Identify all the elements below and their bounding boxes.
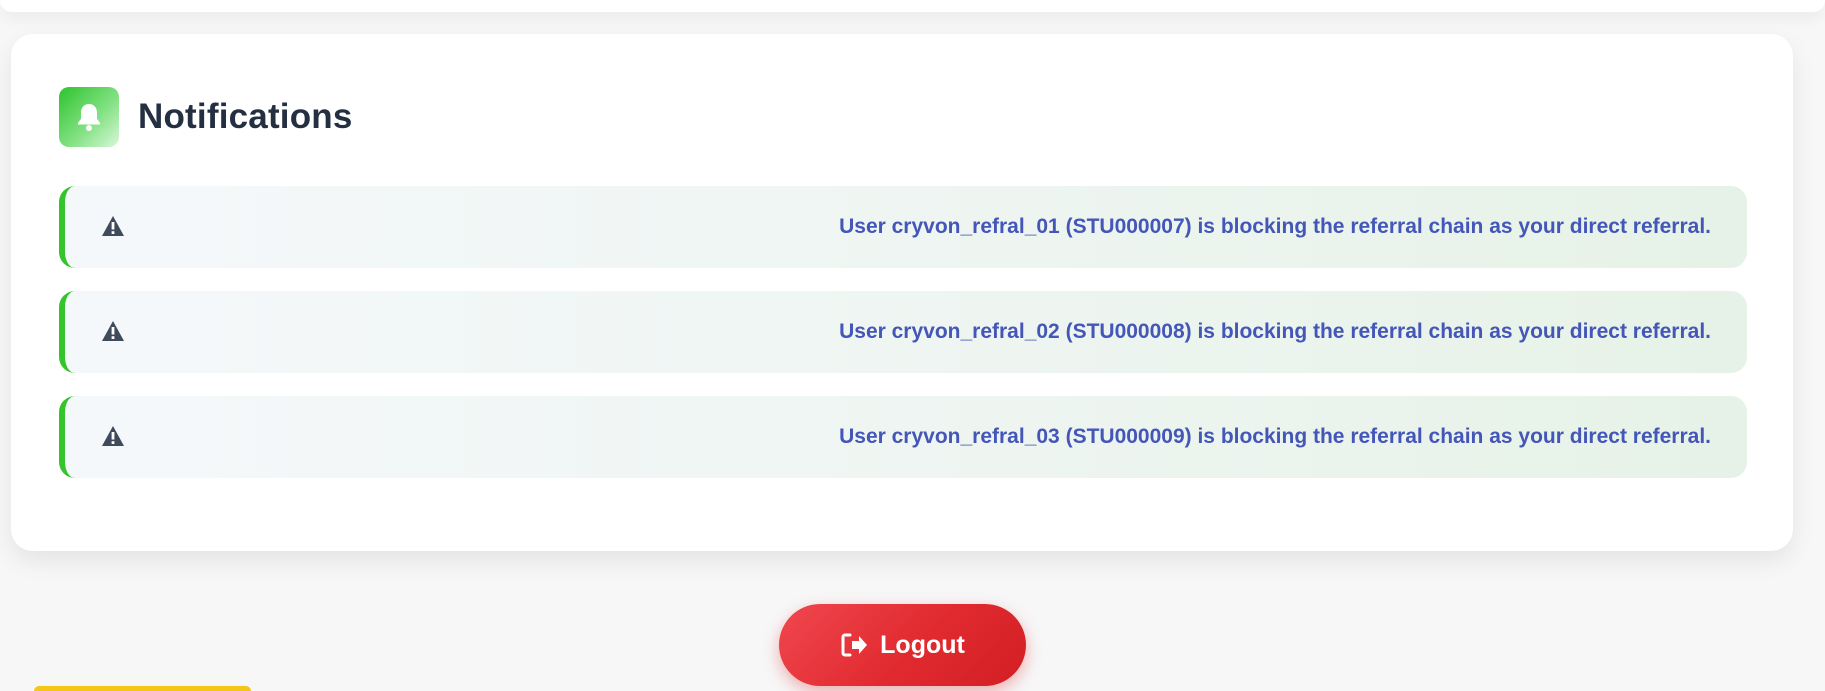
warning-icon: [101, 320, 125, 342]
notifications-list: User cryvon_refral_01 (STU000007) is blo…: [59, 186, 1747, 501]
notification-item: User cryvon_refral_01 (STU000007) is blo…: [59, 186, 1747, 268]
sign-out-icon: [840, 632, 868, 658]
logout-button[interactable]: Logout: [779, 604, 1026, 686]
notification-message: User cryvon_refral_03 (STU000009) is blo…: [839, 425, 1711, 448]
notification-message: User cryvon_refral_01 (STU000007) is blo…: [839, 215, 1711, 238]
warning-icon: [101, 215, 125, 237]
bell-icon: [59, 87, 119, 147]
warning-icon: [101, 425, 125, 447]
notification-item: User cryvon_refral_03 (STU000009) is blo…: [59, 396, 1747, 478]
notification-message: User cryvon_refral_02 (STU000008) is blo…: [839, 320, 1711, 343]
top-card-edge: [0, 0, 1825, 12]
notifications-title: Notifications: [138, 97, 353, 136]
logout-label: Logout: [880, 630, 965, 659]
notification-item: User cryvon_refral_02 (STU000008) is blo…: [59, 291, 1747, 373]
bottom-yellow-tab: [34, 686, 251, 691]
notifications-panel: Notifications User cryvon_refral_01 (STU…: [11, 34, 1793, 551]
notifications-header: Notifications: [59, 87, 353, 147]
